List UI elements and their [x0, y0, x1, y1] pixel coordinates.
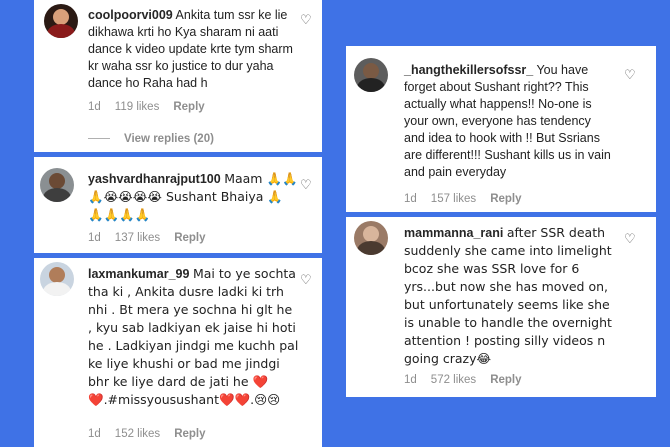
comment-card: coolpoorvi009 Ankita tum ssr ke lie dikh… [34, 0, 322, 152]
comment-username[interactable]: _hangthekillersofssr_ [404, 63, 533, 77]
comment-time: 1d [404, 193, 417, 205]
comment-text: coolpoorvi009 Ankita tum ssr ke lie dikh… [88, 7, 298, 92]
comment-time: 1d [404, 374, 417, 386]
reply-button[interactable]: Reply [490, 193, 521, 205]
reply-button[interactable]: Reply [490, 374, 521, 386]
divider [88, 138, 110, 140]
comment-meta: 1d 572 likes Reply [404, 374, 536, 386]
comment-time: 1d [88, 428, 101, 440]
view-replies-button[interactable]: View replies (20) [88, 133, 214, 145]
heart-outline-icon[interactable]: ♡ [300, 178, 312, 191]
avatar[interactable] [354, 221, 388, 255]
comment-body: after SSR death suddenly she came into l… [404, 225, 612, 366]
avatar[interactable] [40, 262, 74, 296]
comment-username[interactable]: yashvardhanrajput100 [88, 172, 221, 186]
comment-card: mammanna_rani after SSR death suddenly s… [346, 217, 656, 397]
comment-text: mammanna_rani after SSR death suddenly s… [404, 224, 614, 368]
heart-outline-icon[interactable]: ♡ [300, 13, 312, 26]
reply-button[interactable]: Reply [174, 428, 205, 440]
comment-text: _hangthekillersofssr_ You have forget ab… [404, 62, 614, 181]
comment-body: Mai to ye sochta tha ki , Ankita dusre l… [88, 266, 299, 407]
heart-outline-icon[interactable]: ♡ [300, 273, 312, 286]
like-count[interactable]: 157 likes [431, 193, 476, 205]
comment-time: 1d [88, 232, 101, 244]
like-count[interactable]: 152 likes [115, 428, 160, 440]
like-count[interactable]: 572 likes [431, 374, 476, 386]
comment-username[interactable]: mammanna_rani [404, 226, 503, 240]
avatar[interactable] [44, 4, 78, 38]
comment-card: _hangthekillersofssr_ You have forget ab… [346, 46, 656, 212]
reply-button[interactable]: Reply [173, 101, 204, 113]
comment-card: yashvardhanrajput100 Maam 🙏🙏🙏😭😭😭😭 Sushan… [34, 157, 322, 253]
heart-outline-icon[interactable]: ♡ [624, 68, 636, 81]
avatar[interactable] [354, 58, 388, 92]
comment-text: laxmankumar_99 Mai to ye sochta tha ki ,… [88, 265, 300, 409]
like-count[interactable]: 137 likes [115, 232, 160, 244]
comment-username[interactable]: coolpoorvi009 [88, 8, 173, 22]
comment-card: laxmankumar_99 Mai to ye sochta tha ki ,… [34, 258, 322, 447]
like-count[interactable]: 119 likes [115, 101, 160, 113]
heart-outline-icon[interactable]: ♡ [624, 232, 636, 245]
reply-button[interactable]: Reply [174, 232, 205, 244]
comment-text: yashvardhanrajput100 Maam 🙏🙏🙏😭😭😭😭 Sushan… [88, 170, 298, 224]
comment-meta: 1d 137 likes Reply [88, 232, 220, 244]
comment-meta: 1d 157 likes Reply [404, 193, 536, 205]
comment-body: You have forget about Sushant right?? Th… [404, 63, 611, 179]
comment-meta: 1d 152 likes Reply [88, 428, 220, 440]
comment-username[interactable]: laxmankumar_99 [88, 267, 189, 281]
comment-meta: 1d 119 likes Reply [88, 101, 219, 113]
view-replies-label: View replies (20) [124, 133, 214, 145]
avatar[interactable] [40, 168, 74, 202]
comment-time: 1d [88, 101, 101, 113]
